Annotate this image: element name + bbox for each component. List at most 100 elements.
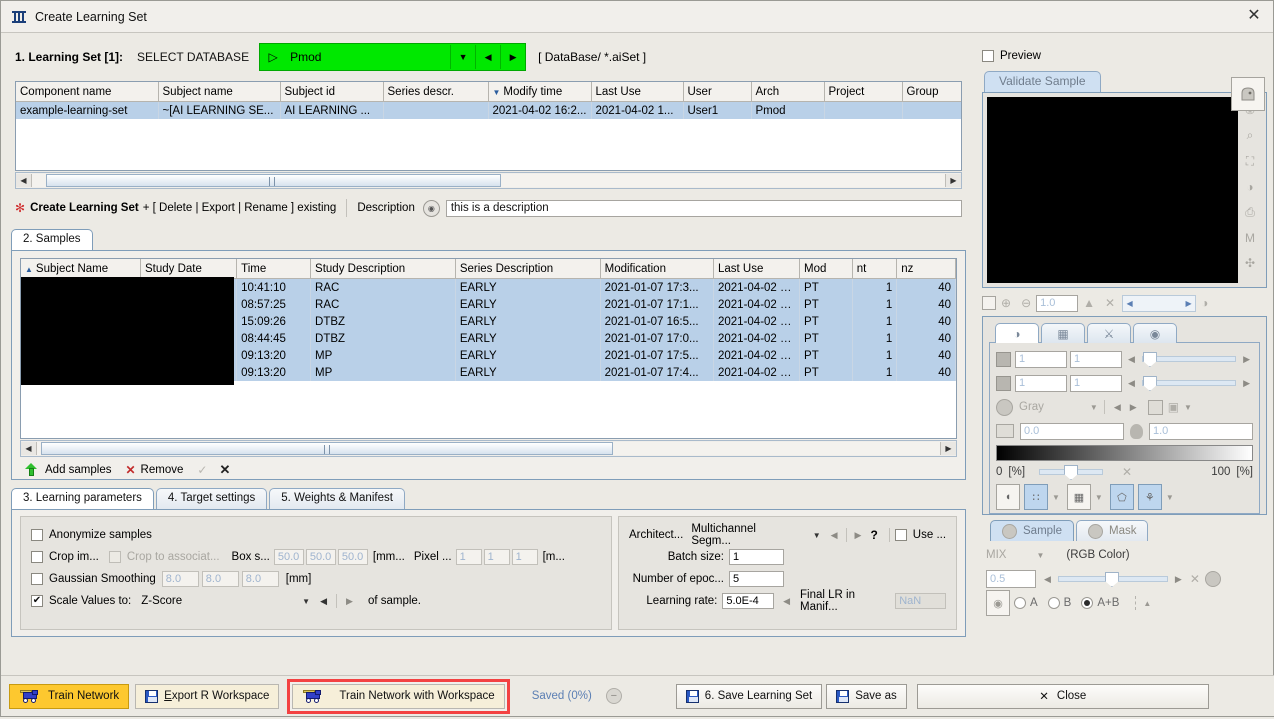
range-2-slider[interactable] — [1141, 376, 1237, 391]
column-header-arch[interactable]: Arch — [751, 82, 825, 102]
samples-scroll-right-icon[interactable]: ▶ — [940, 442, 956, 455]
box-size-z[interactable]: 50.0 — [337, 549, 368, 565]
tab-5-weights-manifest[interactable]: 5. Weights & Manifest — [269, 488, 405, 509]
architecture-dropdown-icon[interactable]: ▼ — [813, 531, 821, 540]
scale-next-icon[interactable]: ▶ — [346, 596, 353, 607]
samples-scroll-track[interactable] — [37, 442, 940, 455]
zoom-up-icon[interactable]: ▲ — [1083, 296, 1095, 310]
column-header-nt[interactable]: nt — [852, 259, 898, 279]
m-icon[interactable]: M — [1245, 231, 1255, 245]
colormap-next-icon[interactable]: ▶ — [1130, 402, 1137, 413]
column-header-user[interactable]: User — [683, 82, 752, 102]
column-header-subject-name[interactable]: ▲ Subject Name — [21, 259, 141, 279]
grayscale-gradient-bar[interactable] — [996, 445, 1253, 461]
component-table[interactable]: Component name Subject name Subject id Seri… — [15, 81, 962, 171]
anonymize-checkbox[interactable] — [31, 529, 43, 541]
zoom-clear-icon[interactable]: ✕ — [1105, 296, 1115, 310]
mix-prev-icon[interactable]: ◀ — [1044, 574, 1051, 585]
zoom-out-icon[interactable]: ⊖ — [1021, 296, 1031, 310]
samples-scroll-thumb[interactable] — [41, 442, 613, 455]
scale-values-value[interactable]: Z-Score — [141, 595, 182, 607]
colormap-invert-icon[interactable] — [1147, 399, 1163, 415]
invert-icon[interactable]: ◑ — [1201, 296, 1208, 310]
save-learning-set-button[interactable]: 6. Save Learning Set — [675, 683, 823, 709]
range-1-next-icon[interactable]: ▶ — [1243, 354, 1250, 365]
batch-size-input[interactable]: 1 — [729, 549, 784, 565]
column-header-subject-name[interactable]: Subject name — [158, 82, 281, 102]
train-network-button[interactable]: Train Network — [9, 683, 130, 709]
overlay-shape-icon[interactable]: ◖ — [996, 484, 1020, 510]
architecture-prev-icon[interactable]: ◀ — [831, 530, 838, 541]
head-orientation-button[interactable] — [1231, 77, 1265, 111]
add-samples-icon[interactable] — [24, 463, 39, 477]
use-checkbox[interactable] — [894, 529, 907, 541]
component-table-hscrollbar[interactable]: ◀ ▶ — [15, 172, 962, 189]
mix-clear-icon[interactable]: ✕ — [1190, 572, 1200, 586]
samples-hscrollbar[interactable]: ◀ ▶ — [20, 440, 957, 457]
remove-button[interactable]: Remove — [141, 464, 184, 476]
palette-icon[interactable] — [996, 398, 1013, 416]
percent-slider[interactable] — [1039, 465, 1104, 480]
zoom-value-input[interactable]: 1.0 — [1036, 294, 1079, 312]
mix-value-input[interactable]: 0.5 — [986, 570, 1036, 588]
pixel-size-x[interactable]: 1 — [455, 549, 482, 565]
table-row[interactable]: example-learning-set ~[AI LEARNING SE... A… — [16, 101, 961, 119]
range-2-prev-icon[interactable]: ◀ — [1128, 378, 1135, 389]
column-header-last-use[interactable]: Last Use — [591, 82, 684, 102]
scroll-track[interactable] — [32, 174, 945, 187]
preview-checkbox[interactable] — [982, 50, 994, 62]
tab-sample[interactable]: Sample — [990, 520, 1074, 541]
crosshair-icon[interactable]: ✣ — [1245, 256, 1255, 270]
gaussian-y[interactable]: 8.0 — [201, 571, 239, 587]
tab-4-target-settings[interactable]: 4. Target settings — [155, 488, 268, 509]
database-selector[interactable]: ▷ Pmod ▼ ◀ ▶ — [259, 43, 527, 71]
ab-option-aplusb[interactable]: A+B — [1081, 597, 1119, 609]
tab-grid-icon[interactable]: ▦ — [1041, 323, 1085, 343]
column-header-subject-id[interactable]: Subject id — [280, 82, 384, 102]
sample-image-view[interactable] — [987, 97, 1238, 283]
column-header-series-descr[interactable]: Series descr. — [383, 82, 489, 102]
database-next-icon[interactable]: ▶ — [500, 45, 525, 69]
print-icon[interactable]: ⎙ — [1245, 205, 1255, 220]
close-button[interactable]: ✕ Close — [916, 683, 1209, 709]
column-header-modification[interactable]: Modification — [600, 259, 715, 279]
overlay-ruler-icon[interactable]: ⚘ — [1137, 484, 1162, 510]
learning-rate-input[interactable]: 5.0E-4 — [722, 593, 775, 609]
frame-prev-icon[interactable]: ◀ — [1123, 299, 1136, 308]
frame-next-icon[interactable]: ▶ — [1182, 299, 1195, 308]
scroll-right-icon[interactable]: ▶ — [945, 174, 961, 187]
database-prev-icon[interactable]: ◀ — [475, 45, 500, 69]
crop-checkbox[interactable] — [31, 551, 43, 563]
mix-reset-icon[interactable] — [1204, 571, 1221, 587]
overlay-dots-icon[interactable]: ∷ — [1024, 484, 1048, 510]
epochs-input[interactable]: 5 — [729, 571, 784, 587]
mix-slider[interactable] — [1057, 572, 1168, 587]
overlay-grid-icon[interactable]: ▦ — [1066, 484, 1091, 510]
remove-icon[interactable]: ✕ — [125, 463, 135, 477]
colormap-prev-icon[interactable]: ◀ — [1114, 402, 1121, 413]
zoom-in-icon[interactable]: ⊕ — [1001, 296, 1011, 310]
architecture-help-icon[interactable]: ? — [870, 528, 877, 542]
overlay-dots-dropdown-icon[interactable]: ▼ — [1052, 493, 1060, 502]
ab-option-a[interactable]: A — [1014, 597, 1038, 609]
scale-values-dropdown-icon[interactable]: ▼ — [302, 597, 310, 606]
overlay-grid-dropdown-icon[interactable]: ▼ — [1095, 493, 1103, 502]
tab-validate-sample[interactable]: Validate Sample — [984, 71, 1101, 92]
column-header-modify-time[interactable]: ▼ Modify time — [488, 82, 592, 102]
ab-option-b[interactable]: B — [1047, 597, 1071, 609]
gaussian-checkbox[interactable] — [31, 573, 43, 585]
crop-to-associated-checkbox[interactable] — [108, 551, 121, 563]
scroll-thumb[interactable] — [46, 174, 501, 187]
architecture-value[interactable]: Multichannel Segm... — [691, 523, 798, 547]
description-info-icon[interactable]: ◉ — [422, 199, 440, 217]
pixel-size-y[interactable]: 1 — [483, 549, 510, 565]
radio-icon[interactable] — [1047, 597, 1060, 609]
overlay-circle-icon[interactable]: ⬠ — [1109, 484, 1134, 510]
layout-icon[interactable]: ⌕ — [1247, 128, 1254, 143]
range-2-next-icon[interactable]: ▶ — [1243, 378, 1250, 389]
column-header-component-name[interactable]: Component name — [16, 82, 159, 102]
pixel-size-z[interactable]: 1 — [511, 549, 538, 565]
column-header-project[interactable]: Project — [824, 82, 903, 102]
column-header-last-use[interactable]: Last Use — [713, 259, 801, 279]
samples-table-header[interactable]: ▲ Subject Name Study Date Time Study Descrip… — [21, 259, 956, 279]
